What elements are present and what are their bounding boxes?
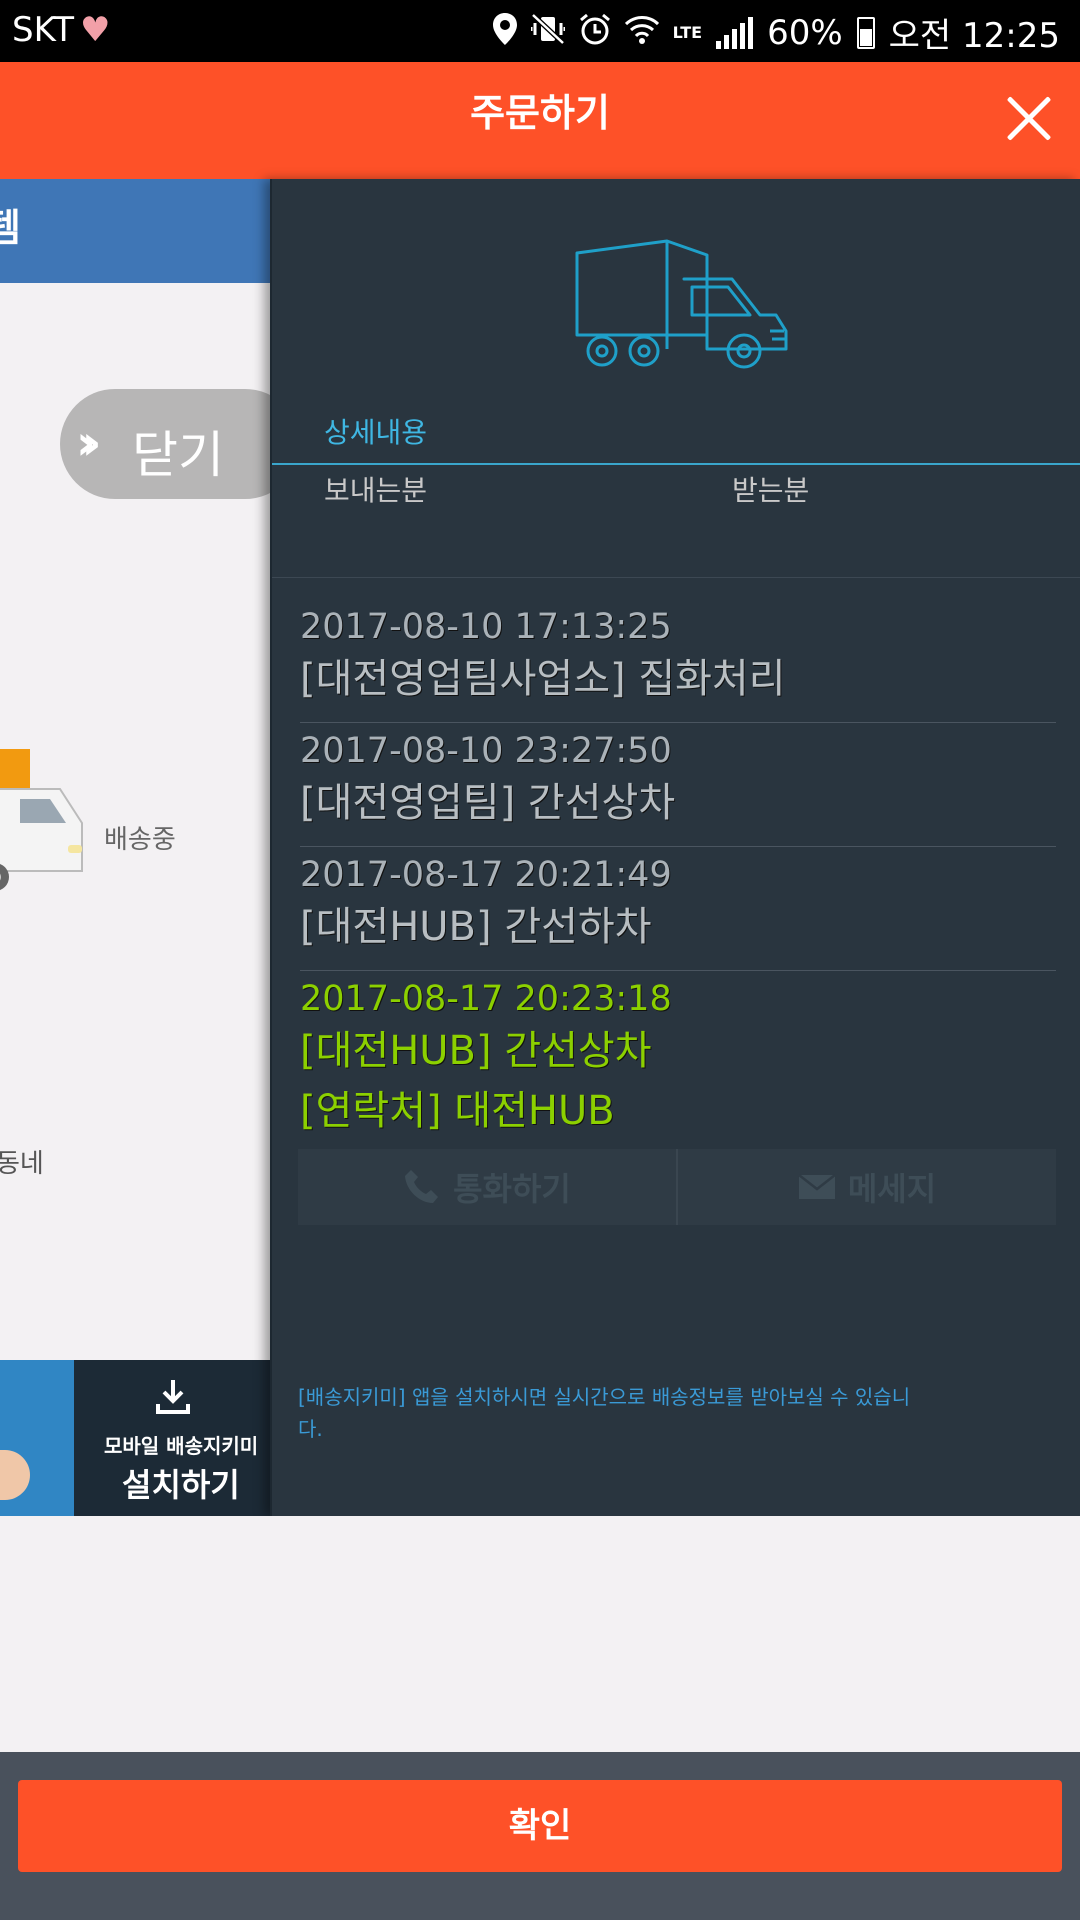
event-description: [대전HUB] 간선상차 (300, 1028, 652, 1074)
receiver-label: 받는분 (732, 474, 810, 507)
event-contact: [연락처] 대전HUB (300, 1088, 615, 1134)
truck-icon (575, 239, 788, 369)
hand-illustration (0, 1450, 30, 1500)
message-button-label: 메세지 (847, 1170, 937, 1208)
confirm-button[interactable]: 확인 (18, 1780, 1062, 1872)
carrier-label: SKT (12, 10, 75, 50)
message-button[interactable]: 메세지 (676, 1149, 1056, 1225)
app-install-banner[interactable]: 모바일 배송지키미 설치하기 (0, 1360, 270, 1516)
event-description: [대전영업팀사업소] 집화처리 (300, 656, 786, 702)
double-chevron-right-icon: ›› (76, 415, 101, 471)
phone-icon (405, 1170, 439, 1203)
header-bar: 주문하기 (0, 62, 1080, 179)
divider (272, 577, 1080, 578)
signal-icon (716, 16, 754, 49)
tracking-event: 2017-08-10 23:27:50 [대전영업팀] 간선상차 (300, 723, 1056, 847)
event-description: [대전영업팀] 간선상차 (300, 780, 676, 826)
tab-details[interactable]: 상세내용 (324, 411, 427, 451)
heart-icon: ♥ (80, 10, 111, 50)
event-description: [대전HUB] 간선하차 (300, 904, 652, 950)
content-spacer (0, 1516, 1080, 1752)
banner-subtitle: 모바일 배송지키미 (104, 1434, 259, 1458)
tab-underline (272, 463, 1080, 465)
banner-image (0, 1360, 74, 1516)
background-page: 템 ›› 닫기 배송중 동네 모바일 배송지키미 설치하기 (0, 179, 270, 1516)
status-bar-right: LTE 60% 오전 12:25 (492, 8, 1060, 57)
delivery-van-illustration (0, 749, 83, 891)
tracking-event: 2017-08-10 17:13:25 [대전영업팀사업소] 집화처리 (300, 599, 1056, 723)
download-icon (156, 1380, 190, 1414)
event-timestamp: 2017-08-17 20:21:49 (300, 855, 672, 895)
panel-close-button[interactable]: ›› 닫기 (60, 389, 270, 499)
alarm-icon (579, 13, 611, 53)
event-timestamp: 2017-08-10 17:13:25 (300, 607, 672, 647)
status-bar-left: SKT ♥ (12, 10, 111, 50)
tracking-event-current: 2017-08-17 20:23:18 [대전HUB] 간선상차 [연락처] 대… (300, 971, 1056, 1147)
status-bar: SKT ♥ LTE 60% 오전 12:25 (0, 0, 1080, 62)
panel-close-label: 닫기 (132, 426, 224, 484)
event-timestamp: 2017-08-10 23:27:50 (300, 731, 672, 771)
network-type-label: LTE (672, 23, 703, 42)
event-timestamp: 2017-08-17 20:23:18 (300, 979, 672, 1019)
battery-icon (856, 16, 875, 49)
footer-bar: 확인 (0, 1752, 1080, 1920)
contact-actions: 통화하기 메세지 (298, 1149, 1056, 1225)
clock: 오전 12:25 (888, 16, 1060, 56)
wifi-icon (624, 14, 659, 52)
install-notice-text: [배송지키미] 앱을 설치하시면 실시간으로 배송정보를 받아보실 수 있습니다… (298, 1385, 911, 1441)
sender-label: 보내는분 (324, 474, 428, 507)
call-button-label: 통화하기 (453, 1170, 571, 1208)
location-icon (492, 12, 517, 53)
close-button[interactable] (1004, 94, 1054, 144)
delivering-status-label: 배송중 (104, 825, 176, 855)
page-title: 주문하기 (470, 91, 610, 135)
banner-install-label: 설치하기 (122, 1466, 240, 1504)
call-button[interactable]: 통화하기 (298, 1149, 676, 1225)
vibrate-icon (529, 12, 567, 53)
background-title-fragment: 템 (0, 206, 21, 250)
envelope-icon (798, 1174, 836, 1199)
tracking-detail-panel: 상세내용 보내는분 받는분 2017-08-10 17:13:25 [대전영업팀… (270, 179, 1080, 1516)
battery-percent: 60% (767, 12, 843, 53)
tracking-history-list: 2017-08-10 17:13:25 [대전영업팀사업소] 집화처리 2017… (300, 599, 1056, 1147)
background-top-bar: 템 (0, 179, 270, 283)
neighborhood-label: 동네 (0, 1149, 44, 1179)
tracking-event: 2017-08-17 20:21:49 [대전HUB] 간선하차 (300, 847, 1056, 971)
